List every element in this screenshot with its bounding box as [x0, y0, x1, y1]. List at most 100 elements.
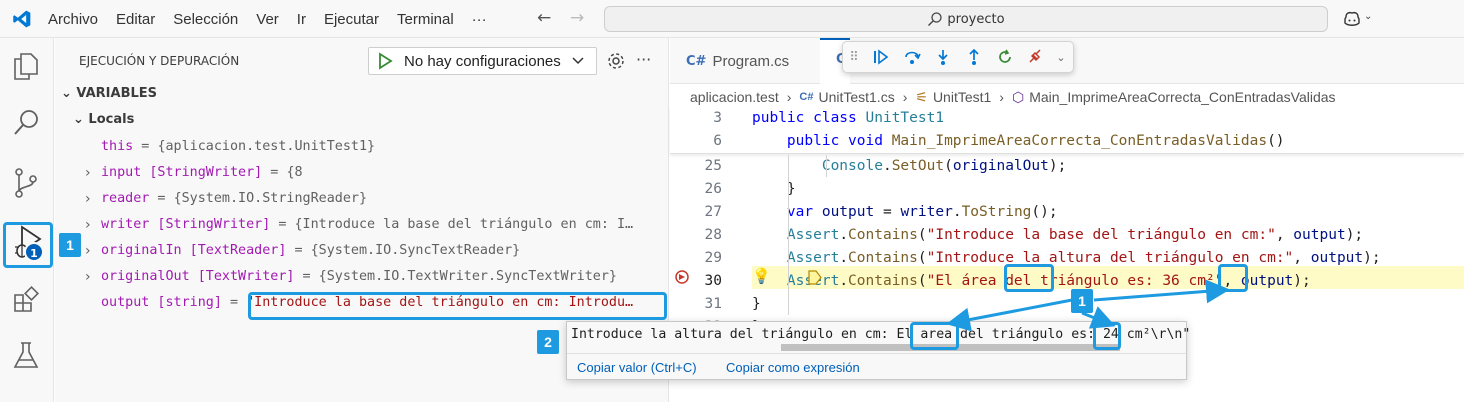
code-token: public: [752, 133, 849, 149]
locals-label: Locals: [88, 112, 135, 127]
code-token: "Introduce la base del triángulo en cm:": [926, 227, 1276, 243]
chevron-down-icon: ⌄: [73, 112, 89, 127]
menu-ir[interactable]: Ir: [297, 11, 306, 28]
stopped-breakpoint-icon[interactable]: [674, 269, 690, 285]
testing-flask-icon[interactable]: [12, 340, 40, 370]
gear-icon[interactable]: [606, 51, 626, 71]
variable-row[interactable]: this = {aplicacion.test.UnitTest1}: [55, 134, 669, 160]
code-token: originalOut: [952, 158, 1049, 174]
variable-row[interactable]: › originalIn [TextReader] = {System.IO.Sy…: [55, 238, 669, 264]
extensions-icon[interactable]: [12, 286, 40, 314]
variable-value: {System.IO.TextWriter.SyncTextWriter}: [318, 269, 617, 284]
step-into-button[interactable]: [927, 42, 958, 72]
code-token: (): [1267, 133, 1285, 149]
chevron-right-icon[interactable]: ›: [85, 186, 91, 212]
code-token: Console: [821, 158, 883, 174]
disconnect-button[interactable]: [1020, 42, 1051, 72]
code-token: output: [821, 204, 875, 220]
code-token: (: [917, 250, 927, 266]
lightbulb-icon[interactable]: 💡: [752, 267, 771, 285]
breadcrumb-item[interactable]: UnitTest1: [933, 89, 991, 105]
code-token: (: [917, 227, 927, 243]
variable-row[interactable]: › input [StringWriter] = {8: [55, 160, 669, 186]
code-line[interactable]: 31}: [670, 293, 1464, 316]
code-token: UnitTest1: [865, 110, 945, 126]
launch-config-dropdown[interactable]: No hay configuraciones: [368, 47, 597, 75]
chevron-right-icon[interactable]: ›: [85, 212, 91, 238]
code-line[interactable]: 6 public void Main_ImprimeAreaCorrecta_C…: [670, 130, 1464, 153]
variable-value: {8: [286, 165, 303, 180]
breadcrumb-item[interactable]: aplicacion.test: [690, 89, 779, 105]
chevron-down-icon: [572, 57, 584, 65]
menu-ver[interactable]: Ver: [256, 11, 279, 28]
menu-more[interactable]: ···: [472, 11, 487, 28]
code-line[interactable]: 27 var output = writer.ToString();: [670, 201, 1464, 224]
code-token: output: [1310, 250, 1364, 266]
code-token: Assert: [786, 250, 840, 266]
current-statement-arrow-icon: [808, 270, 822, 285]
step-out-button[interactable]: [958, 42, 989, 72]
copy-as-expression-link[interactable]: Copiar como expresión: [726, 360, 860, 375]
breadcrumb-item[interactable]: Main_ImprimeAreaCorrecta_ConEntradasVali…: [1029, 89, 1335, 105]
explorer-icon[interactable]: [12, 51, 40, 81]
variable-row[interactable]: › originalOut [TextWriter] = {System.IO.T…: [55, 264, 669, 290]
breadcrumb-item[interactable]: UnitTest1.cs: [818, 89, 894, 105]
code-text: Assert.Contains("Introduce la base del t…: [752, 224, 1363, 247]
title-bar: Archivo Editar Selección Ver Ir Ejecutar…: [0, 0, 1464, 38]
variable-value: {aplicacion.test.UnitTest1}: [157, 139, 376, 154]
menu-editar[interactable]: Editar: [116, 11, 155, 28]
annotation-badge: 1: [59, 233, 81, 257]
menu-terminal[interactable]: Terminal: [397, 11, 454, 28]
chevron-right-icon: ›: [786, 89, 792, 105]
chevron-down-icon[interactable]: ⌄: [1051, 42, 1071, 72]
variable-value: {Introduce la base del triángulo en cm: …: [294, 217, 634, 232]
annotation-highlight-area-output: [910, 322, 959, 350]
continue-icon: [873, 49, 888, 65]
locals-scope[interactable]: ⌄ Locals: [73, 112, 134, 127]
tab-program-cs[interactable]: C# Program.cs: [670, 38, 820, 84]
code-line[interactable]: 29 Assert.Contains("Introduce la altura …: [670, 247, 1464, 270]
chevron-right-icon[interactable]: ›: [85, 238, 91, 264]
back-arrow-icon[interactable]: ←: [537, 8, 551, 28]
search-view-icon[interactable]: [12, 108, 40, 138]
copilot-icon[interactable]: [1342, 9, 1362, 29]
copilot-chevron-down-icon[interactable]: ⌄: [1364, 11, 1372, 22]
copy-value-link[interactable]: Copiar valor (Ctrl+C): [577, 360, 697, 375]
code-token: output: [1240, 273, 1294, 289]
sidebar-title: EJECUCIÓN Y DEPURACIÓN: [79, 54, 240, 68]
chevron-right-icon[interactable]: ›: [85, 160, 91, 186]
step-into-icon: [937, 50, 948, 65]
source-control-icon[interactable]: [12, 167, 40, 199]
forward-arrow-icon[interactable]: →: [570, 8, 584, 28]
variables-section-header[interactable]: ⌄ VARIABLES: [61, 86, 157, 101]
menu-archivo[interactable]: Archivo: [48, 11, 98, 28]
command-center-search[interactable]: proyecto: [604, 6, 1328, 32]
line-number: 28: [704, 227, 722, 243]
step-over-button[interactable]: [896, 42, 927, 72]
variables-label: VARIABLES: [76, 86, 158, 101]
code-line[interactable]: 28 Assert.Contains("Introduce la base de…: [670, 224, 1464, 247]
code-token: "El área del triángulo es: 36 cm²": [926, 273, 1224, 289]
variable-row[interactable]: › reader = {System.IO.StringReader}: [55, 186, 669, 212]
code-line[interactable]: 25 Console.SetOut(originalOut);: [670, 155, 1464, 178]
drag-handle-icon[interactable]: ⠿: [843, 42, 865, 72]
variable-row[interactable]: › writer [StringWriter] = {Introduce la b…: [55, 212, 669, 238]
start-debugging-play-icon[interactable]: [372, 48, 396, 74]
menu-ejecutar[interactable]: Ejecutar: [324, 11, 379, 28]
code-token: ();: [1031, 204, 1058, 220]
code-token: .: [839, 227, 849, 243]
restart-icon: [998, 49, 1011, 63]
code-line[interactable]: 26 }: [670, 178, 1464, 201]
more-actions-button[interactable]: ···: [636, 50, 651, 69]
continue-button[interactable]: [865, 42, 896, 72]
code-line[interactable]: 3 public class UnitTest1: [670, 107, 1464, 130]
restart-button[interactable]: [989, 42, 1020, 72]
code-line[interactable]: 30 Assert.Contains("El área del triángul…: [670, 270, 1464, 293]
chevron-right-icon[interactable]: ›: [85, 264, 91, 290]
indent-guide: [788, 155, 789, 315]
code-token: var: [752, 204, 822, 220]
debug-toolbar: ⠿ ⌄: [842, 41, 1074, 73]
code-token: SetOut: [891, 158, 945, 174]
menu-seleccion[interactable]: Selección: [173, 11, 238, 28]
launch-config-label: No hay configuraciones: [404, 52, 561, 70]
